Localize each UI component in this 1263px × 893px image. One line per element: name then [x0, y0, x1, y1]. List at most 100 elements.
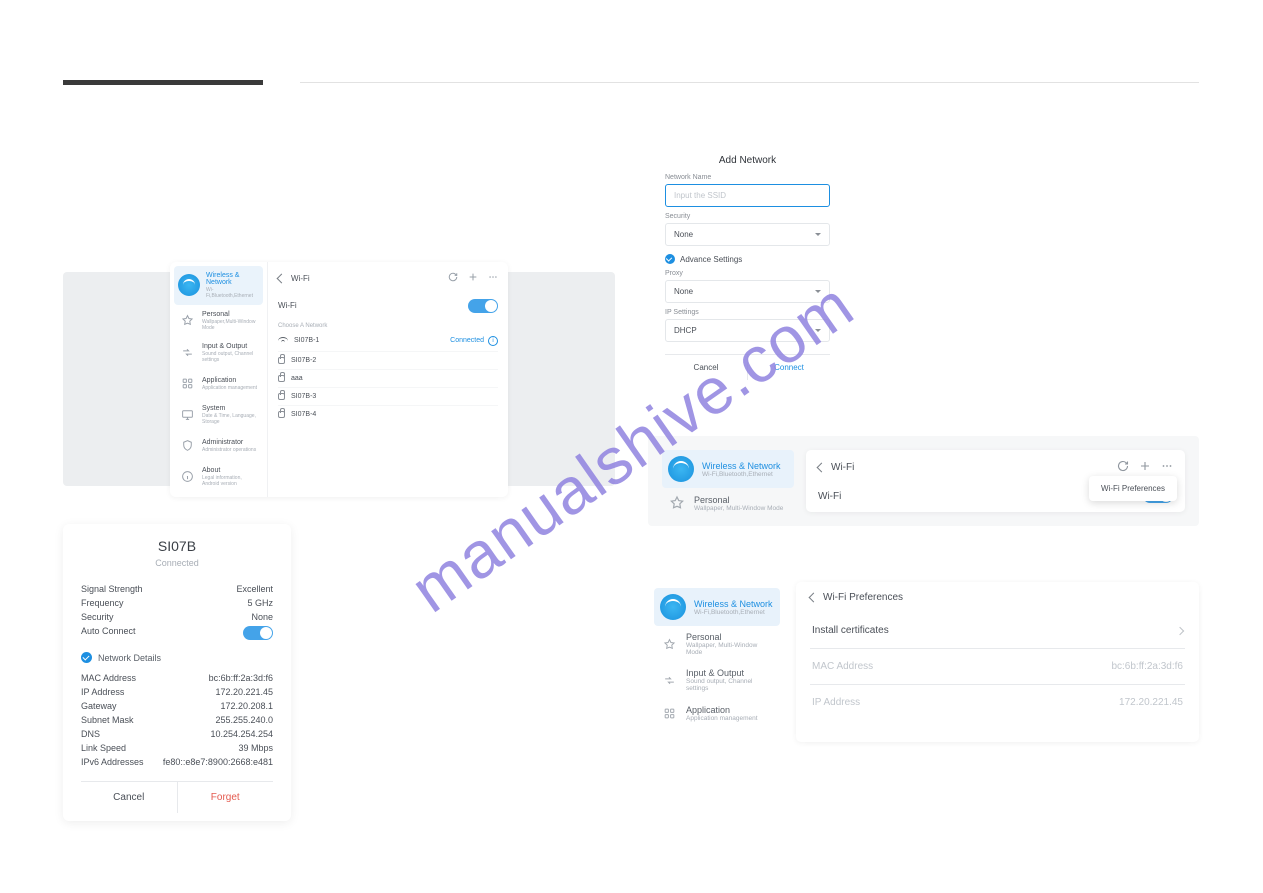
prefs-row[interactable]: Install certificates: [810, 613, 1185, 648]
wifi-icon: [660, 594, 686, 620]
personal-sub: Wallpaper, Multi-Window Mode: [694, 505, 783, 512]
more-icon[interactable]: [1161, 460, 1173, 475]
network-row[interactable]: aaa: [278, 369, 498, 387]
sidebar-item-wireless[interactable]: Wireless & Network Wi-Fi,Bluetooth,Ether…: [662, 450, 794, 488]
security-select[interactable]: None: [665, 223, 830, 246]
grid-icon: [178, 375, 196, 393]
network-status: Connected: [81, 558, 273, 568]
header-bar: [63, 80, 263, 85]
checkmark-icon[interactable]: [665, 254, 675, 264]
wireless-title: Wireless & Network: [702, 461, 781, 471]
network-row[interactable]: SI07B-3: [278, 387, 498, 405]
prefs-row: MAC Addressbc:6b:ff:2a:3d:f6: [810, 648, 1185, 684]
kv-row: MAC Addressbc:6b:ff:2a:3d:f6: [81, 671, 273, 685]
network-row[interactable]: SI07B-1Connected: [278, 331, 498, 351]
kv-row: Signal StrengthExcellent: [81, 582, 273, 596]
more-icon[interactable]: [488, 272, 498, 285]
kv-row: Link Speed39 Mbps: [81, 741, 273, 755]
auto-connect-label: Auto Connect: [81, 626, 136, 640]
add-network-title: Add Network: [665, 155, 830, 166]
back-icon[interactable]: [277, 273, 287, 283]
wifi-preferences-tooltip[interactable]: Wi-Fi Preferences: [1089, 476, 1177, 501]
proxy-select[interactable]: None: [665, 280, 830, 303]
security-label: Security: [665, 213, 830, 220]
io-icon: [660, 671, 678, 689]
lock-icon: [278, 375, 285, 382]
lock-icon: [278, 393, 285, 400]
ip-settings-label: IP Settings: [665, 309, 830, 316]
sidebar-item-wireless[interactable]: Wireless & Network Wi-Fi,Bluetooth,Ether…: [174, 266, 263, 305]
sidebar-item-application[interactable]: ApplicationApplication management: [654, 698, 780, 728]
choose-network-label: Choose A Network: [278, 323, 498, 329]
auto-connect-toggle[interactable]: [243, 626, 273, 640]
sidebar-item-about[interactable]: AboutLegal information, Android version: [174, 461, 263, 493]
sidebar-item-system[interactable]: SystemDate & Time, Language, Storage: [174, 399, 263, 431]
info-icon: [178, 468, 196, 486]
sidebar-wireless-sub: Wi-Fi,Bluetooth,Ethernet: [206, 287, 259, 299]
header-rule: [300, 82, 1199, 83]
star-icon: [668, 494, 686, 512]
chevron-right-icon: [1176, 626, 1184, 634]
sidebar-item-input[interactable]: Input & OutputSound output, Channel sett…: [654, 662, 780, 698]
sidebar-item-input[interactable]: Input & OutputSound output, Channel sett…: [174, 337, 263, 369]
wifi-settings-screenshot: Wireless & Network Wi-Fi,Bluetooth,Ether…: [63, 272, 615, 486]
sidebar-item-wireless[interactable]: Wireless & Network Wi-Fi,Bluetooth,Ether…: [654, 588, 780, 626]
wifi-icon: [178, 274, 200, 296]
sidebar-item-personal[interactable]: PersonalWallpaper,Multi-Window Mode: [174, 305, 263, 337]
proxy-label: Proxy: [665, 270, 830, 277]
refresh-icon[interactable]: [448, 272, 458, 285]
kv-row: DNS10.254.254.254: [81, 727, 273, 741]
kv-row: Subnet Mask255.255.240.0: [81, 713, 273, 727]
add-network-form: Add Network Network Name Input the SSID …: [665, 155, 830, 380]
lock-icon: [278, 411, 285, 418]
wifi-toggle[interactable]: [468, 299, 498, 313]
ssid-input[interactable]: Input the SSID: [665, 184, 830, 207]
grid-icon: [660, 704, 678, 722]
sidebar-item-personal[interactable]: PersonalWallpaper, Multi-Window Mode: [654, 626, 780, 662]
info-icon[interactable]: [488, 336, 498, 346]
network-title: SI07B: [81, 538, 273, 554]
cancel-button[interactable]: Cancel: [81, 782, 178, 813]
wifi-preferences-tooltip-screenshot: Wireless & Network Wi-Fi,Bluetooth,Ether…: [648, 436, 1199, 526]
wifi-header: Wi-Fi: [291, 274, 310, 283]
refresh-icon[interactable]: [1117, 460, 1129, 475]
prefs-row: IP Address172.20.221.45: [810, 684, 1185, 720]
prefs-header: Wi-Fi Preferences: [823, 592, 903, 603]
network-details-modal: SI07B Connected Signal StrengthExcellent…: [63, 524, 291, 821]
sidebar-item-administrator[interactable]: AdministratorAdministrator operations: [174, 431, 263, 461]
cancel-button[interactable]: Cancel: [665, 355, 748, 380]
connect-button[interactable]: Connect: [748, 355, 830, 380]
wireless-sub: Wi-Fi,Bluetooth,Ethernet: [694, 609, 773, 616]
kv-row: IP Address172.20.221.45: [81, 685, 273, 699]
proxy-value: None: [674, 287, 693, 296]
star-icon: [178, 312, 196, 330]
sidebar-item-personal[interactable]: Personal Wallpaper, Multi-Window Mode: [662, 488, 794, 518]
add-icon[interactable]: [1139, 460, 1151, 475]
add-icon[interactable]: [468, 272, 478, 285]
network-row[interactable]: SI07B-2: [278, 351, 498, 369]
checkmark-icon: [81, 652, 92, 663]
io-icon: [178, 344, 196, 362]
sidebar-item-application[interactable]: ApplicationApplication management: [174, 369, 263, 399]
kv-row: IPv6 Addressesfe80::e8e7:8900:2668:e481: [81, 755, 273, 769]
ip-select[interactable]: DHCP: [665, 319, 830, 342]
network-row[interactable]: SI07B-4: [278, 405, 498, 423]
back-icon[interactable]: [809, 593, 819, 603]
back-icon[interactable]: [817, 462, 827, 472]
forget-button[interactable]: Forget: [178, 782, 274, 813]
lock-icon: [278, 357, 285, 364]
advance-settings-label: Advance Settings: [680, 255, 742, 264]
ssid-placeholder: Input the SSID: [674, 191, 726, 200]
mon-icon: [178, 406, 196, 424]
wireless-sub: Wi-Fi,Bluetooth,Ethernet: [702, 471, 781, 478]
wifi-icon: [668, 456, 694, 482]
kv-row: Gateway172.20.208.1: [81, 699, 273, 713]
personal-title: Personal: [694, 495, 783, 505]
network-details-label: Network Details: [98, 653, 161, 663]
network-name-label: Network Name: [665, 174, 830, 181]
wireless-title: Wireless & Network: [694, 599, 773, 609]
wifi-preferences-screen: Wireless & Network Wi-Fi,Bluetooth,Ether…: [648, 582, 1199, 742]
sidebar-wireless-title: Wireless & Network: [206, 272, 259, 286]
ip-value: DHCP: [674, 326, 697, 335]
kv-row: SecurityNone: [81, 610, 273, 624]
